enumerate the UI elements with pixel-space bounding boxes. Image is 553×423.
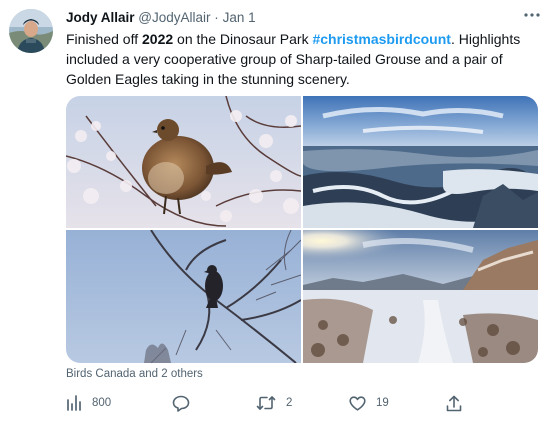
photo-eagle[interactable] — [66, 230, 301, 363]
tweet-text-part2: on the Dinosaur Park — [173, 31, 313, 47]
author-handle[interactable]: @JodyAllair — [138, 10, 210, 25]
tagged-users-link[interactable]: Birds Canada and 2 others — [66, 368, 203, 380]
like-count: 19 — [376, 397, 389, 409]
views-button[interactable]: 800 — [66, 394, 111, 412]
reply-button[interactable] — [172, 394, 200, 412]
reply-icon — [172, 395, 190, 412]
retweet-count: 2 — [286, 397, 293, 409]
tweet-date[interactable]: Jan 1 — [223, 10, 256, 25]
more-options-button[interactable] — [520, 5, 544, 25]
heart-icon — [349, 395, 366, 411]
tweet-header: Jody Allair @JodyAllair · Jan 1 — [66, 10, 256, 26]
photo-snowy-trail[interactable] — [303, 230, 538, 363]
media-grid — [66, 96, 538, 363]
more-horizontal-icon — [524, 13, 540, 17]
retweet-button[interactable]: 2 — [256, 394, 292, 412]
tweet-text-year: 2022 — [142, 31, 174, 47]
tweet-text-part1: Finished off — [66, 31, 143, 47]
analytics-icon — [67, 395, 81, 411]
avatar[interactable] — [9, 9, 53, 53]
retweet-icon — [256, 396, 276, 410]
hashtag-link[interactable]: #christmasbirdcount — [312, 31, 450, 47]
tweet-text: Finished off 2022 on the Dinosaur Park #… — [66, 29, 536, 89]
share-button[interactable] — [446, 394, 462, 412]
photo-badlands-valley[interactable] — [303, 96, 538, 228]
share-icon — [446, 395, 462, 411]
like-button[interactable]: 19 — [349, 394, 389, 412]
separator: · — [214, 10, 219, 25]
views-count: 800 — [92, 397, 112, 409]
action-bar: 800 2 19 — [66, 394, 538, 412]
author-name[interactable]: Jody Allair — [66, 10, 135, 25]
photo-grouse[interactable] — [66, 96, 301, 228]
